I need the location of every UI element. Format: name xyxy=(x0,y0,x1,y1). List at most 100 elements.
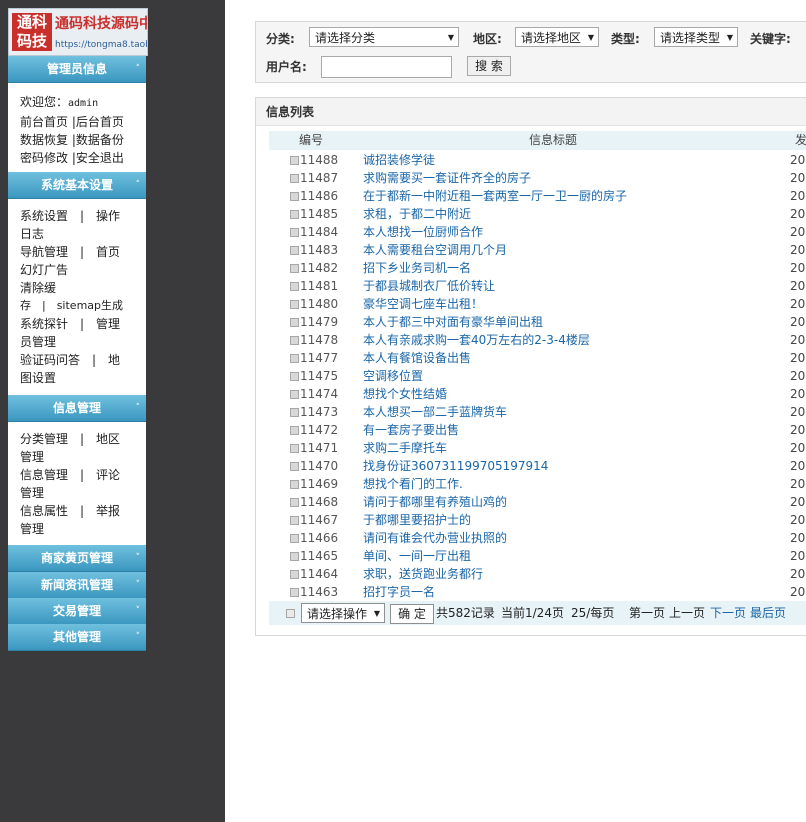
row-title-link[interactable]: 在于都新一中附近租一套两室一厅一卫一厨的房子 xyxy=(363,187,627,205)
next-page-link[interactable]: 下一页 xyxy=(710,601,746,625)
last-page-link[interactable]: 最后页 xyxy=(750,601,786,625)
menu-line[interactable]: 清除缓 xyxy=(20,279,138,297)
row-checkbox[interactable] xyxy=(290,480,299,489)
row-checkbox[interactable] xyxy=(290,588,299,597)
row-checkbox[interactable] xyxy=(290,534,299,543)
link-data-restore[interactable]: 数据恢复 xyxy=(20,133,68,147)
row-title-link[interactable]: 求购二手摩托车 xyxy=(363,439,447,457)
info-header[interactable]: 信息管理 ˄ xyxy=(8,395,146,422)
row-checkbox[interactable] xyxy=(290,462,299,471)
menu-line[interactable]: 分类管理 | 地区 xyxy=(20,430,138,448)
menu-line[interactable]: 存 | sitemap生成 xyxy=(20,297,138,315)
link-logout[interactable]: 安全退出 xyxy=(76,151,124,165)
row-title-link[interactable]: 于都县城制衣厂低价转让 xyxy=(363,277,495,295)
menu-line[interactable]: 日志 xyxy=(20,225,138,243)
row-title-link[interactable]: 找身份证360731199705197914 xyxy=(363,457,548,475)
row-checkbox[interactable] xyxy=(290,498,299,507)
row-title-link[interactable]: 于都哪里要招护士的 xyxy=(363,511,471,529)
menu-line[interactable]: 管理 xyxy=(20,484,138,502)
row-checkbox[interactable] xyxy=(290,228,299,237)
menu-line[interactable]: 验证码问答 | 地 xyxy=(20,351,138,369)
row-title-link[interactable]: 招下乡业务司机一名 xyxy=(363,259,471,277)
menu-line[interactable]: 系统探针 | 管理 xyxy=(20,315,138,333)
row-title-link[interactable]: 求购需要买一套证件齐全的房子 xyxy=(363,169,531,187)
confirm-button[interactable]: 确 定 xyxy=(390,604,434,624)
row-checkbox[interactable] xyxy=(290,174,299,183)
row-title-link[interactable]: 本人想找一位厨师合作 xyxy=(363,223,483,241)
row-checkbox[interactable] xyxy=(290,570,299,579)
menu-line[interactable]: 管理 xyxy=(20,448,138,466)
system-header[interactable]: 系统基本设置 ˄ xyxy=(8,172,146,199)
row-checkbox[interactable] xyxy=(290,372,299,381)
category-select[interactable]: 请选择分类 ▼ xyxy=(309,27,459,47)
row-checkbox[interactable] xyxy=(290,390,299,399)
row-checkbox[interactable] xyxy=(290,552,299,561)
row-title-link[interactable]: 单间、一间一厅出租 xyxy=(363,547,471,565)
link-data-backup[interactable]: 数据备份 xyxy=(76,133,124,147)
menu-line[interactable]: 员管理 xyxy=(20,333,138,351)
row-checkbox[interactable] xyxy=(290,444,299,453)
first-page-link[interactable]: 第一页 xyxy=(629,601,665,625)
row-title-link[interactable]: 本人想买一部二手蓝牌货车 xyxy=(363,403,507,421)
row-checkbox[interactable] xyxy=(290,264,299,273)
link-home[interactable]: 前台首页 xyxy=(20,115,68,129)
merchant-header[interactable]: 商家黄页管理 ˅ xyxy=(8,545,146,572)
row-id: 11475 xyxy=(300,369,339,383)
row-title-link[interactable]: 有一套房子要出售 xyxy=(363,421,459,439)
row-title-link[interactable]: 本人有亲戚求购一套40万左右的2-3-4楼层 xyxy=(363,331,590,349)
prev-page-link[interactable]: 上一页 xyxy=(669,601,705,625)
menu-line[interactable]: 图设置 xyxy=(20,369,138,387)
menu-line[interactable]: 系统设置 | 操作 xyxy=(20,207,138,225)
row-title-link[interactable]: 本人有餐馆设备出售 xyxy=(363,349,471,367)
table-row: 11465 单间、一间一厅出租 201 xyxy=(269,547,806,565)
other-section: 其他管理 ˅ xyxy=(8,624,146,651)
news-header[interactable]: 新闻资讯管理 ˅ xyxy=(8,572,146,599)
row-title-link[interactable]: 求租，于都二中附近 xyxy=(363,205,471,223)
row-title-link[interactable]: 本人于都三中对面有豪华单间出租 xyxy=(363,313,543,331)
row-checkbox[interactable] xyxy=(290,408,299,417)
row-checkbox[interactable] xyxy=(290,282,299,291)
row-title-link[interactable]: 想找个女性结婚 xyxy=(363,385,447,403)
type-select[interactable]: 请选择类型 ▼ xyxy=(654,27,738,47)
row-checkbox[interactable] xyxy=(290,318,299,327)
row-title-link[interactable]: 求职，送货跑业务都行 xyxy=(363,565,483,583)
row-id: 11481 xyxy=(300,279,339,293)
row-title-link[interactable]: 本人需要租台空调用几个月 xyxy=(363,241,507,259)
system-section: 系统基本设置 ˄ 系统设置 | 操作 日志 导航管理 | 首页 幻灯广告 清除缓… xyxy=(8,172,146,402)
row-title-link[interactable]: 请问于都哪里有养殖山鸡的 xyxy=(363,493,507,511)
menu-line[interactable]: 信息属性 | 举报 xyxy=(20,502,138,520)
row-checkbox[interactable] xyxy=(290,300,299,309)
menu-line[interactable]: 信息管理 | 评论 xyxy=(20,466,138,484)
select-all-checkbox[interactable] xyxy=(286,609,295,618)
row-checkbox[interactable] xyxy=(290,354,299,363)
admin-info-header[interactable]: 管理员信息 ˄ xyxy=(8,56,146,83)
operation-select[interactable]: 请选择操作 ▼ xyxy=(301,603,385,623)
dropdown-arrow-icon: ▼ xyxy=(447,33,454,42)
menu-line[interactable]: 导航管理 | 首页 xyxy=(20,243,138,261)
row-checkbox[interactable] xyxy=(290,246,299,255)
row-title-link[interactable]: 豪华空调七座车出租！ xyxy=(363,295,483,313)
row-checkbox[interactable] xyxy=(290,192,299,201)
row-id: 11468 xyxy=(300,495,339,509)
row-checkbox[interactable] xyxy=(290,336,299,345)
row-title-link[interactable]: 诚招装修学徒 xyxy=(363,151,435,169)
username-input[interactable] xyxy=(321,56,452,78)
row-checkbox[interactable] xyxy=(290,516,299,525)
trade-header[interactable]: 交易管理 ˅ xyxy=(8,598,146,625)
category-label: 分类: xyxy=(266,32,295,46)
search-button[interactable]: 搜 索 xyxy=(467,56,511,76)
menu-line[interactable]: 管理 xyxy=(20,520,138,538)
link-admin-home[interactable]: 后台首页 xyxy=(76,115,124,129)
other-header[interactable]: 其他管理 ˅ xyxy=(8,624,146,651)
row-checkbox[interactable] xyxy=(290,156,299,165)
news-section: 新闻资讯管理 ˅ xyxy=(8,572,146,599)
region-select[interactable]: 请选择地区 ▼ xyxy=(515,27,599,47)
menu-line[interactable]: 幻灯广告 xyxy=(20,261,138,279)
row-title-link[interactable]: 招打字员一名 xyxy=(363,583,435,601)
row-title-link[interactable]: 想找个看门的工作. xyxy=(363,475,463,493)
link-change-password[interactable]: 密码修改 xyxy=(20,151,68,165)
row-checkbox[interactable] xyxy=(290,426,299,435)
row-title-link[interactable]: 请问有谁会代办营业执照的 xyxy=(363,529,507,547)
row-checkbox[interactable] xyxy=(290,210,299,219)
row-title-link[interactable]: 空调移位置 xyxy=(363,367,423,385)
